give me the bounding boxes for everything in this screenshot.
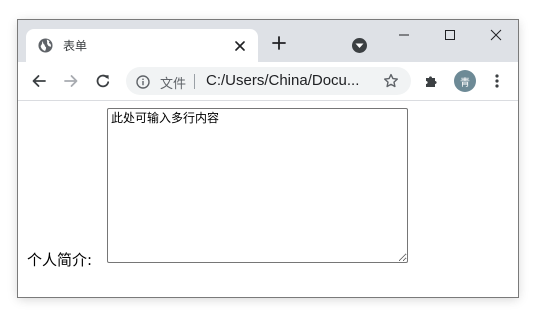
url-text[interactable]: C:/Users/China/Docu... — [206, 72, 359, 89]
tab-strip: 表单 — [18, 20, 518, 62]
tab-title: 表单 — [63, 39, 88, 53]
avatar[interactable]: 青 — [454, 70, 476, 92]
arrow-right-icon[interactable] — [61, 71, 81, 91]
star-icon[interactable] — [383, 73, 399, 89]
close-icon[interactable] — [473, 20, 518, 50]
url-scheme-label: 文件 — [160, 77, 187, 92]
page-content: 个人简介: — [18, 101, 518, 297]
more-vert-icon[interactable] — [487, 71, 507, 91]
omnibox-divider — [194, 74, 195, 89]
reload-icon[interactable] — [93, 71, 113, 91]
minimize-icon[interactable] — [381, 20, 427, 50]
arrow-left-icon[interactable] — [29, 71, 49, 91]
tab-active[interactable]: 表单 — [26, 29, 258, 62]
chevron-down-circle-icon[interactable] — [352, 38, 367, 53]
globe-icon — [38, 38, 53, 53]
plus-icon[interactable] — [271, 35, 287, 51]
maximize-icon[interactable] — [427, 20, 473, 50]
close-icon[interactable] — [232, 38, 248, 54]
bio-textarea[interactable] — [107, 108, 408, 263]
browser-window: 表单 文件 C:/Users/China/Docu... 青 个人简介: 此处可… — [18, 20, 518, 297]
browser-toolbar: 文件 C:/Users/China/Docu... 青 — [18, 62, 518, 101]
address-bar[interactable]: 文件 C:/Users/China/Docu... — [126, 67, 411, 95]
info-icon[interactable] — [136, 74, 150, 89]
bio-label: 个人简介: — [27, 251, 93, 269]
puzzle-icon[interactable] — [422, 71, 442, 91]
